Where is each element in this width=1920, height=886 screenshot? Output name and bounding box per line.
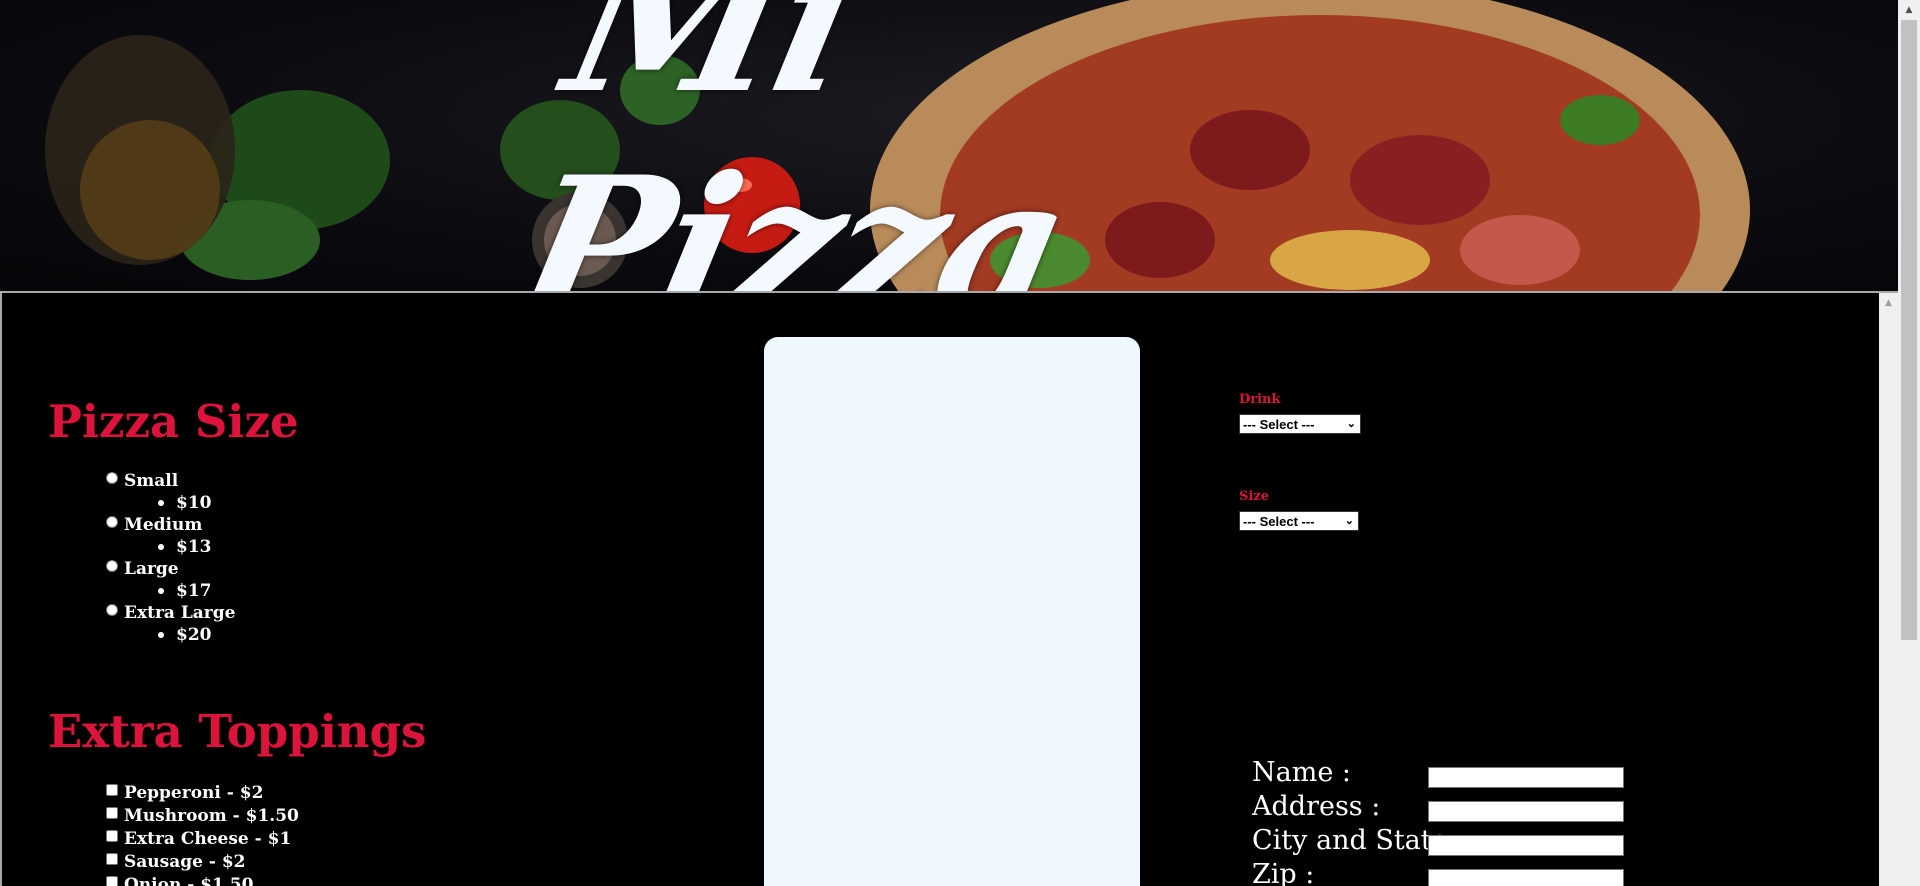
checkbox[interactable]: [106, 852, 118, 865]
bullet-icon: [158, 588, 164, 594]
address-field[interactable]: [1428, 801, 1624, 822]
drink-size-select-value: --- Select ---: [1243, 513, 1315, 529]
size-price: $20: [106, 624, 235, 646]
size-price: $10: [106, 492, 235, 514]
extra-toppings-heading: Extra Toppings: [48, 705, 427, 758]
topping-label: Mushroom - $1.50: [124, 805, 299, 826]
pizza-size-heading: Pizza Size: [48, 395, 299, 448]
chevron-down-icon: ⌄: [1346, 418, 1356, 430]
order-frame: Pizza Size Small $10 Medium $13 Large $1…: [0, 291, 1898, 886]
bullet-icon: [158, 632, 164, 638]
checkbox[interactable]: [106, 875, 118, 886]
name-label: Name :: [1252, 757, 1351, 788]
order-preview-card: [764, 337, 1140, 886]
checkbox[interactable]: [106, 829, 118, 842]
frame-scrollbar[interactable]: ▲: [1879, 293, 1898, 886]
topping-mushroom[interactable]: Mushroom - $1.50: [106, 804, 299, 827]
topping-options: Pepperoni - $2 Mushroom - $1.50 Extra Ch…: [106, 781, 299, 886]
city-state-field[interactable]: [1428, 835, 1624, 856]
topping-onion[interactable]: Onion - $1.50: [106, 873, 299, 886]
topping-label: Pepperoni - $2: [124, 782, 264, 803]
radio-button[interactable]: [106, 560, 118, 572]
drink-size-select[interactable]: --- Select --- ⌄: [1239, 511, 1359, 531]
drink-label: Drink: [1239, 392, 1281, 407]
drink-select-value: --- Select ---: [1243, 416, 1315, 432]
pizza-size-options: Small $10 Medium $13 Large $17 Extra Lar…: [106, 470, 235, 646]
topping-pepperoni[interactable]: Pepperoni - $2: [106, 781, 299, 804]
drink-select[interactable]: --- Select --- ⌄: [1239, 414, 1361, 434]
size-option-medium[interactable]: Medium: [106, 514, 235, 536]
zip-field[interactable]: [1428, 869, 1624, 886]
name-field[interactable]: [1428, 767, 1624, 788]
bullet-icon: [158, 500, 164, 506]
size-label: Medium: [124, 515, 203, 535]
chevron-down-icon: ⌄: [1344, 515, 1354, 527]
topping-label: Onion - $1.50: [124, 874, 254, 886]
drink-size-label: Size: [1239, 489, 1269, 504]
price-text: $17: [176, 581, 212, 601]
brand-logo: Mi Pizza: [502, 0, 1084, 291]
size-option-large[interactable]: Large: [106, 558, 235, 580]
checkbox[interactable]: [106, 806, 118, 819]
topping-label: Extra Cheese - $1: [124, 828, 292, 849]
header-banner: Mi Pizza: [0, 0, 1898, 291]
size-label: Large: [124, 559, 179, 579]
size-option-extra-large[interactable]: Extra Large: [106, 602, 235, 624]
bullet-icon: [158, 544, 164, 550]
scrollbar-thumb[interactable]: [1901, 20, 1917, 640]
checkbox[interactable]: [106, 783, 118, 796]
address-label: Address :: [1252, 791, 1381, 822]
price-text: $20: [176, 625, 212, 645]
size-price: $13: [106, 536, 235, 558]
scroll-up-arrow-icon[interactable]: ▲: [1898, 2, 1920, 18]
price-text: $10: [176, 493, 212, 513]
radio-button[interactable]: [106, 516, 118, 528]
topping-label: Sausage - $2: [124, 851, 246, 872]
size-price: $17: [106, 580, 235, 602]
page-scrollbar[interactable]: ▲: [1898, 0, 1920, 886]
radio-button[interactable]: [106, 472, 118, 484]
price-text: $13: [176, 537, 212, 557]
size-label: Extra Large: [124, 603, 236, 623]
topping-sausage[interactable]: Sausage - $2: [106, 850, 299, 873]
topping-extra-cheese[interactable]: Extra Cheese - $1: [106, 827, 299, 850]
size-label: Small: [124, 471, 179, 491]
scroll-up-arrow-icon[interactable]: ▲: [1879, 295, 1898, 311]
size-option-small[interactable]: Small: [106, 470, 235, 492]
zip-label: Zip :: [1252, 859, 1315, 886]
radio-button[interactable]: [106, 604, 118, 616]
